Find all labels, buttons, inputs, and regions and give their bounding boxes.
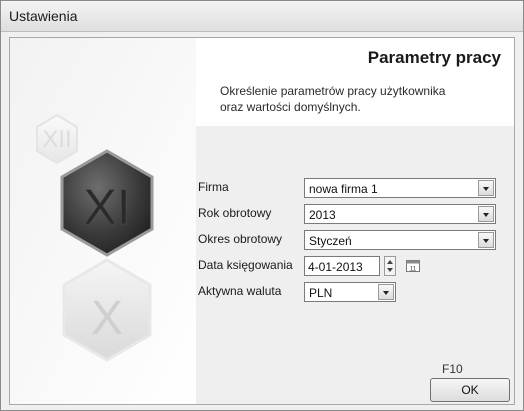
fiscal-year-dropdown-button[interactable] — [478, 206, 494, 222]
chevron-down-icon — [483, 213, 489, 217]
hexagon-xii-label: XII — [42, 126, 71, 153]
settings-window: Ustawienia XII XI X Parametry pracy Okre… — [0, 0, 524, 411]
chevron-down-icon — [483, 239, 489, 243]
ok-shortcut-hint: F10 — [442, 362, 463, 376]
decorative-hexagons: XII XI X — [10, 38, 196, 404]
company-select[interactable]: nowa firma 1 — [304, 178, 496, 198]
fiscal-period-value: Styczeń — [309, 234, 352, 248]
page-title: Parametry pracy — [367, 48, 501, 67]
fiscal-year-select[interactable]: 2013 — [304, 204, 496, 224]
currency-label: Aktywna waluta — [198, 284, 282, 298]
currency-select[interactable]: PLN — [304, 282, 396, 302]
fiscal-year-value: 2013 — [309, 208, 336, 222]
hexagon-xi-label: XI — [83, 179, 130, 235]
ok-button[interactable]: OK — [430, 378, 510, 402]
fiscal-period-dropdown-button[interactable] — [478, 232, 494, 248]
chevron-down-icon — [483, 187, 489, 191]
calendar-icon-day: 11 — [410, 267, 417, 273]
dialog-content: XII XI X Parametry pracy Określenie para… — [9, 37, 515, 405]
posting-date-input[interactable]: 4-01-2013 — [304, 256, 380, 276]
window-title: Ustawienia — [9, 8, 78, 24]
fiscal-period-label: Okres obrotowy — [198, 232, 283, 246]
description-line-1: Określenie parametrów pracy użytkownika — [220, 84, 446, 98]
description-line-2: oraz wartości domyślnych. — [220, 100, 361, 114]
currency-dropdown-button[interactable] — [378, 284, 394, 300]
spin-up-icon[interactable] — [387, 260, 393, 264]
posting-date-value: 4-01-2013 — [308, 260, 363, 274]
calendar-icon[interactable]: 11 — [406, 260, 420, 272]
posting-date-label: Data księgowania — [198, 258, 293, 272]
company-dropdown-button[interactable] — [478, 180, 494, 196]
settings-form: Firma nowa firma 1 Rok obrotowy 2013 Okr… — [196, 126, 514, 404]
currency-value: PLN — [309, 286, 333, 300]
chevron-down-icon — [383, 291, 389, 295]
title-bar[interactable]: Ustawienia — [1, 1, 523, 32]
fiscal-year-label: Rok obrotowy — [198, 206, 272, 220]
dialog-header: Parametry pracy Określenie parametrów pr… — [196, 38, 514, 126]
spin-down-icon[interactable] — [387, 268, 393, 272]
hexagon-x-label: X — [91, 292, 123, 345]
company-label: Firma — [198, 180, 229, 194]
posting-date-spinner[interactable] — [384, 256, 396, 276]
company-value: nowa firma 1 — [309, 182, 378, 196]
fiscal-period-select[interactable]: Styczeń — [304, 230, 496, 250]
